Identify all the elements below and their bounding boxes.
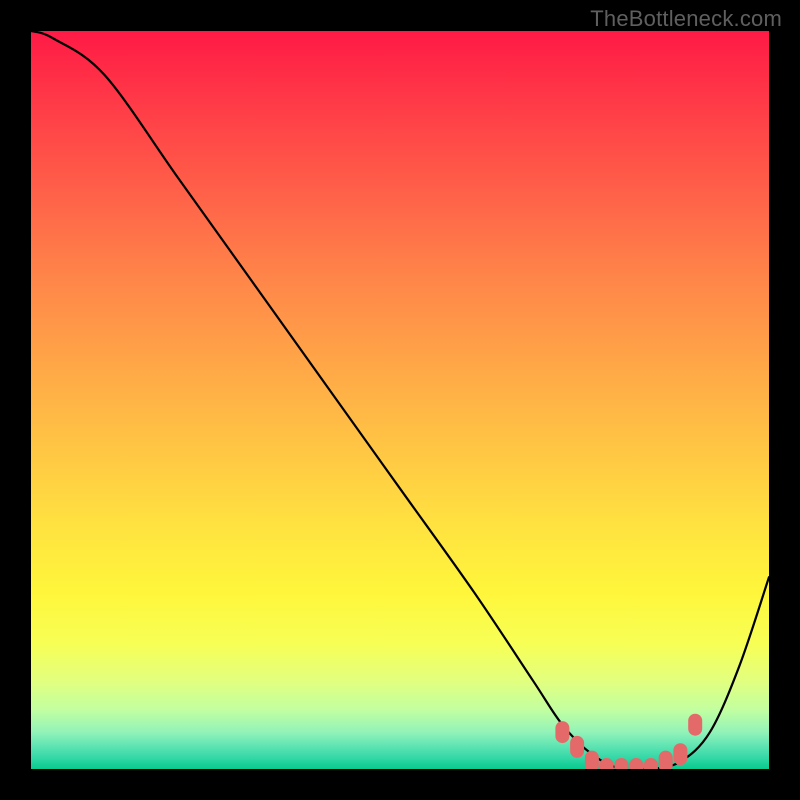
bottleneck-curve-line <box>31 31 769 769</box>
marker-dot <box>629 758 643 769</box>
plot-area <box>31 31 769 769</box>
chart-svg <box>31 31 769 769</box>
marker-dot <box>614 758 628 769</box>
chart-frame: TheBottleneck.com <box>0 0 800 800</box>
marker-dot <box>555 721 569 743</box>
marker-dot <box>600 758 614 769</box>
marker-dot <box>585 751 599 769</box>
marker-dot <box>688 714 702 736</box>
marker-dot <box>673 743 687 765</box>
marker-dot <box>570 736 584 758</box>
watermark-text: TheBottleneck.com <box>590 6 782 32</box>
marker-dot <box>644 758 658 769</box>
marker-dot <box>659 751 673 769</box>
optimal-range-markers <box>555 714 702 769</box>
